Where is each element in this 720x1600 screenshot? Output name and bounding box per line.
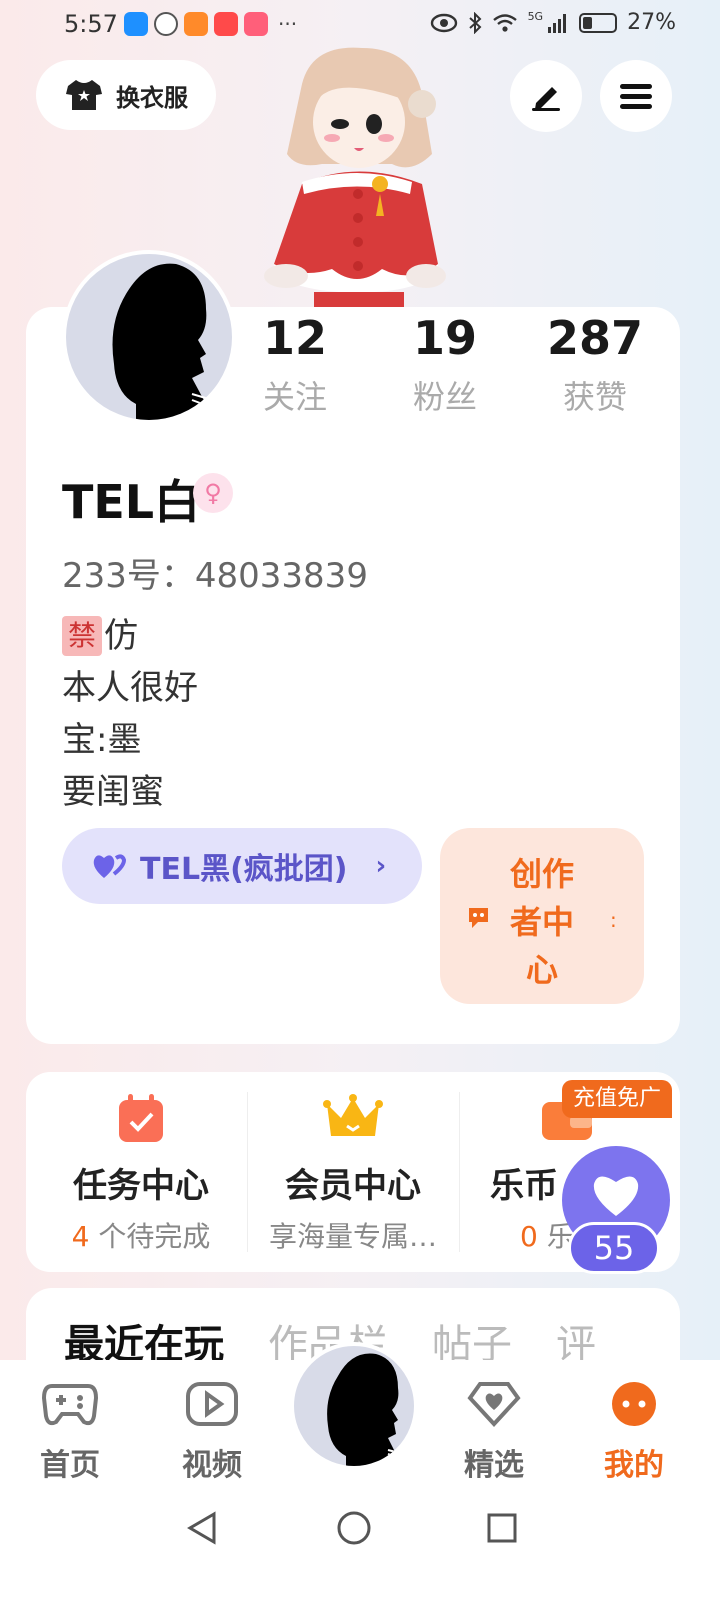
battery-level: 27%: [627, 10, 676, 35]
calendar-check-icon: [119, 1094, 163, 1142]
more-dot-icon: :: [610, 908, 617, 932]
chevron-right-icon: ›: [375, 851, 387, 881]
system-status: 5G 27%: [430, 10, 676, 35]
change-outfit-label: 换衣服: [116, 83, 188, 112]
recents-icon[interactable]: [486, 1512, 518, 1544]
fan-group-button[interactable]: TEL黑(疯批团) ›: [62, 828, 422, 904]
edit-profile-button[interactable]: [510, 60, 582, 132]
followers-label: 粉丝: [412, 378, 477, 416]
female-icon: ♀: [193, 473, 233, 513]
wechat-icon: [154, 12, 178, 36]
creator-icon: [469, 908, 488, 928]
task-center-title: 任务中心: [73, 1166, 209, 1206]
home-circle-icon[interactable]: [336, 1510, 372, 1546]
following-count: 12: [262, 311, 327, 365]
likes-stat[interactable]: 287 获赞: [520, 310, 670, 418]
nav-center-avatar[interactable]: [290, 1342, 418, 1470]
task-center-sub: 4 个待完成: [71, 1220, 211, 1253]
avatar-character[interactable]: [262, 44, 448, 314]
nav-video-label: 视频: [182, 1448, 242, 1483]
followers-count: 19: [412, 311, 477, 365]
likes-label: 获赞: [562, 378, 627, 416]
status-time: 5:57: [64, 10, 118, 38]
profile-stats: 12 关注 19 粉丝 287 获赞: [220, 310, 670, 418]
bio-line-1: 禁仿: [62, 610, 198, 662]
nav-mine[interactable]: 我的: [584, 1380, 684, 1484]
signal-icon: [548, 13, 567, 33]
heart-diamond-icon: [467, 1382, 521, 1427]
following-stat[interactable]: 12 关注: [220, 310, 370, 418]
nav-mine-label: 我的: [604, 1448, 664, 1483]
notification-icons: ···: [124, 12, 297, 36]
profile-uid[interactable]: 233号：48033839: [62, 548, 368, 597]
video-app-icon: [184, 12, 208, 36]
network-type: 5G: [527, 10, 544, 23]
eye-icon: [430, 13, 457, 32]
like-count-badge: 55: [568, 1222, 660, 1274]
member-center-sub: 享海量专属…: [268, 1220, 437, 1253]
likes-count: 287: [546, 311, 644, 365]
more-notifications: ···: [278, 12, 298, 36]
crown-icon: [323, 1094, 383, 1136]
profile-avatar[interactable]: [62, 250, 236, 424]
bluetooth-icon: [468, 11, 482, 34]
profile-nickname: TEL白: [62, 475, 201, 529]
status-bar: 5:57 ··· 5G 27%: [0, 0, 720, 50]
member-center-title: 会员中心: [285, 1166, 421, 1206]
creator-center-label: 创作者中心: [509, 855, 574, 989]
bio-line-1-text: 仿: [104, 616, 138, 656]
play-icon: [186, 1382, 238, 1426]
shopping-icon: [244, 12, 268, 36]
system-navigation-bar: [0, 1490, 720, 1600]
profile-bio: 禁仿 本人很好 宝:墨 要闺蜜: [62, 610, 198, 818]
weather-icon: [124, 12, 148, 36]
recharge-ad-free-badge[interactable]: 充值免广: [562, 1080, 672, 1118]
bio-line-4: 要闺蜜: [62, 772, 164, 812]
nav-home[interactable]: 首页: [20, 1380, 120, 1484]
change-outfit-button[interactable]: 换衣服: [36, 60, 216, 130]
fan-group-label: TEL黑(疯批团): [140, 852, 348, 887]
double-heart-icon: [93, 854, 126, 878]
nav-featured[interactable]: 精选: [444, 1380, 544, 1484]
followers-stat[interactable]: 19 粉丝: [370, 310, 520, 418]
pen-icon: [532, 87, 560, 111]
shirt-icon: [66, 80, 102, 110]
nav-video[interactable]: 视频: [162, 1380, 262, 1484]
creator-center-button[interactable]: 创作者中心 :: [440, 828, 644, 1004]
wifi-icon: [492, 13, 517, 32]
bio-line-2: 本人很好: [62, 668, 198, 708]
nav-home-label: 首页: [40, 1448, 100, 1483]
back-icon[interactable]: [186, 1510, 218, 1546]
following-label: 关注: [262, 378, 327, 416]
hamburger-icon: [620, 84, 652, 109]
ban-tag: 禁: [62, 616, 102, 656]
smiley-icon: [612, 1382, 656, 1426]
battery-icon: [579, 12, 618, 33]
member-center-button[interactable]: 会员中心 享海量专属…: [248, 1092, 458, 1255]
nav-featured-label: 精选: [464, 1448, 524, 1483]
gamepad-icon: [41, 1384, 99, 1426]
bio-line-3: 宝:墨: [62, 720, 142, 760]
avatar-silhouette-icon: [112, 263, 227, 420]
menu-button[interactable]: [600, 60, 672, 132]
xiaohongshu-icon: [214, 12, 238, 36]
task-center-button[interactable]: 任务中心 4 个待完成: [36, 1092, 246, 1255]
